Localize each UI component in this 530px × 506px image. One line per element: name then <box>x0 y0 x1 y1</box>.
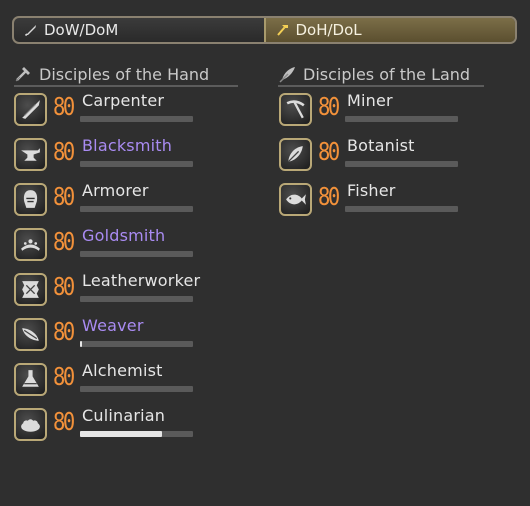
exp-bar <box>80 206 193 212</box>
job-blacksmith[interactable]: 80 Blacksmith <box>14 136 214 178</box>
job-botanist[interactable]: 80 Botanist <box>279 136 479 178</box>
exp-bar <box>80 251 193 257</box>
job-level: 80 <box>53 407 75 436</box>
hand-heading-text: Disciples of the Hand <box>39 64 210 84</box>
fish-icon <box>279 183 312 216</box>
exp-bar-fill <box>80 341 83 347</box>
job-level: 80 <box>53 317 75 346</box>
job-name: Armorer <box>82 181 149 200</box>
job-level: 80 <box>53 272 75 301</box>
exp-bar <box>345 206 458 212</box>
leaf-icon <box>279 67 295 83</box>
job-leatherworker[interactable]: 80 Leatherworker <box>14 271 214 313</box>
job-name: Leatherworker <box>82 271 201 290</box>
job-name: Miner <box>347 91 393 110</box>
flask-icon <box>14 363 47 396</box>
sword-icon <box>24 25 36 37</box>
helmet-icon <box>14 183 47 216</box>
exp-bar <box>80 296 193 302</box>
job-level: 80 <box>53 182 75 211</box>
land-divider <box>278 85 484 87</box>
job-name: Goldsmith <box>82 226 166 245</box>
job-goldsmith[interactable]: 80 Goldsmith <box>14 226 214 268</box>
pickaxe-icon <box>279 93 312 126</box>
exp-bar <box>80 116 193 122</box>
job-culinarian[interactable]: 80 Culinarian <box>14 406 214 448</box>
pot-icon <box>14 408 47 441</box>
tab-doh-dol[interactable]: DoH/DoL <box>263 18 515 42</box>
job-carpenter[interactable]: 80 Carpenter <box>14 91 214 133</box>
job-level: 80 <box>318 182 340 211</box>
job-name: Culinarian <box>82 406 166 425</box>
job-alchemist[interactable]: 80 Alchemist <box>14 361 214 403</box>
job-name: Carpenter <box>82 91 165 110</box>
tab-dow-dom[interactable]: DoW/DoM <box>14 18 264 42</box>
hammer-icon <box>15 67 30 82</box>
hand-section-heading: Disciples of the Hand <box>14 64 209 84</box>
exp-bar <box>80 161 193 167</box>
exp-bar <box>345 161 458 167</box>
job-level: 80 <box>318 92 340 121</box>
job-category-tabs: DoW/DoM DoH/DoL <box>12 16 517 44</box>
tiara-icon <box>14 228 47 261</box>
exp-bar <box>80 431 193 437</box>
anvil-icon <box>14 138 47 171</box>
job-weaver[interactable]: 80 Weaver <box>14 316 214 358</box>
job-level: 80 <box>53 362 75 391</box>
job-level: 80 <box>53 92 75 121</box>
job-name: Alchemist <box>82 361 163 380</box>
job-armorer[interactable]: 80 Armorer <box>14 181 214 223</box>
tab-label: DoW/DoM <box>44 21 119 39</box>
hammer-icon <box>276 25 288 36</box>
hide-icon <box>14 273 47 306</box>
exp-bar <box>80 386 193 392</box>
job-name: Weaver <box>82 316 144 335</box>
job-name: Blacksmith <box>82 136 173 155</box>
job-level: 80 <box>53 227 75 256</box>
saw-icon <box>14 93 47 126</box>
needle-icon <box>14 318 47 351</box>
leaf-icon <box>279 138 312 171</box>
land-heading-text: Disciples of the Land <box>303 64 471 84</box>
job-name: Fisher <box>347 181 396 200</box>
job-level: 80 <box>318 137 340 166</box>
job-fisher[interactable]: 80 Fisher <box>279 181 479 223</box>
tab-label: DoH/DoL <box>295 21 362 39</box>
job-name: Botanist <box>347 136 415 155</box>
exp-bar-fill <box>80 431 163 437</box>
exp-bar <box>345 116 458 122</box>
land-section-heading: Disciples of the Land <box>278 64 470 84</box>
exp-bar <box>80 341 193 347</box>
job-level: 80 <box>53 137 75 166</box>
job-miner[interactable]: 80 Miner <box>279 91 479 133</box>
hand-divider <box>14 85 238 87</box>
